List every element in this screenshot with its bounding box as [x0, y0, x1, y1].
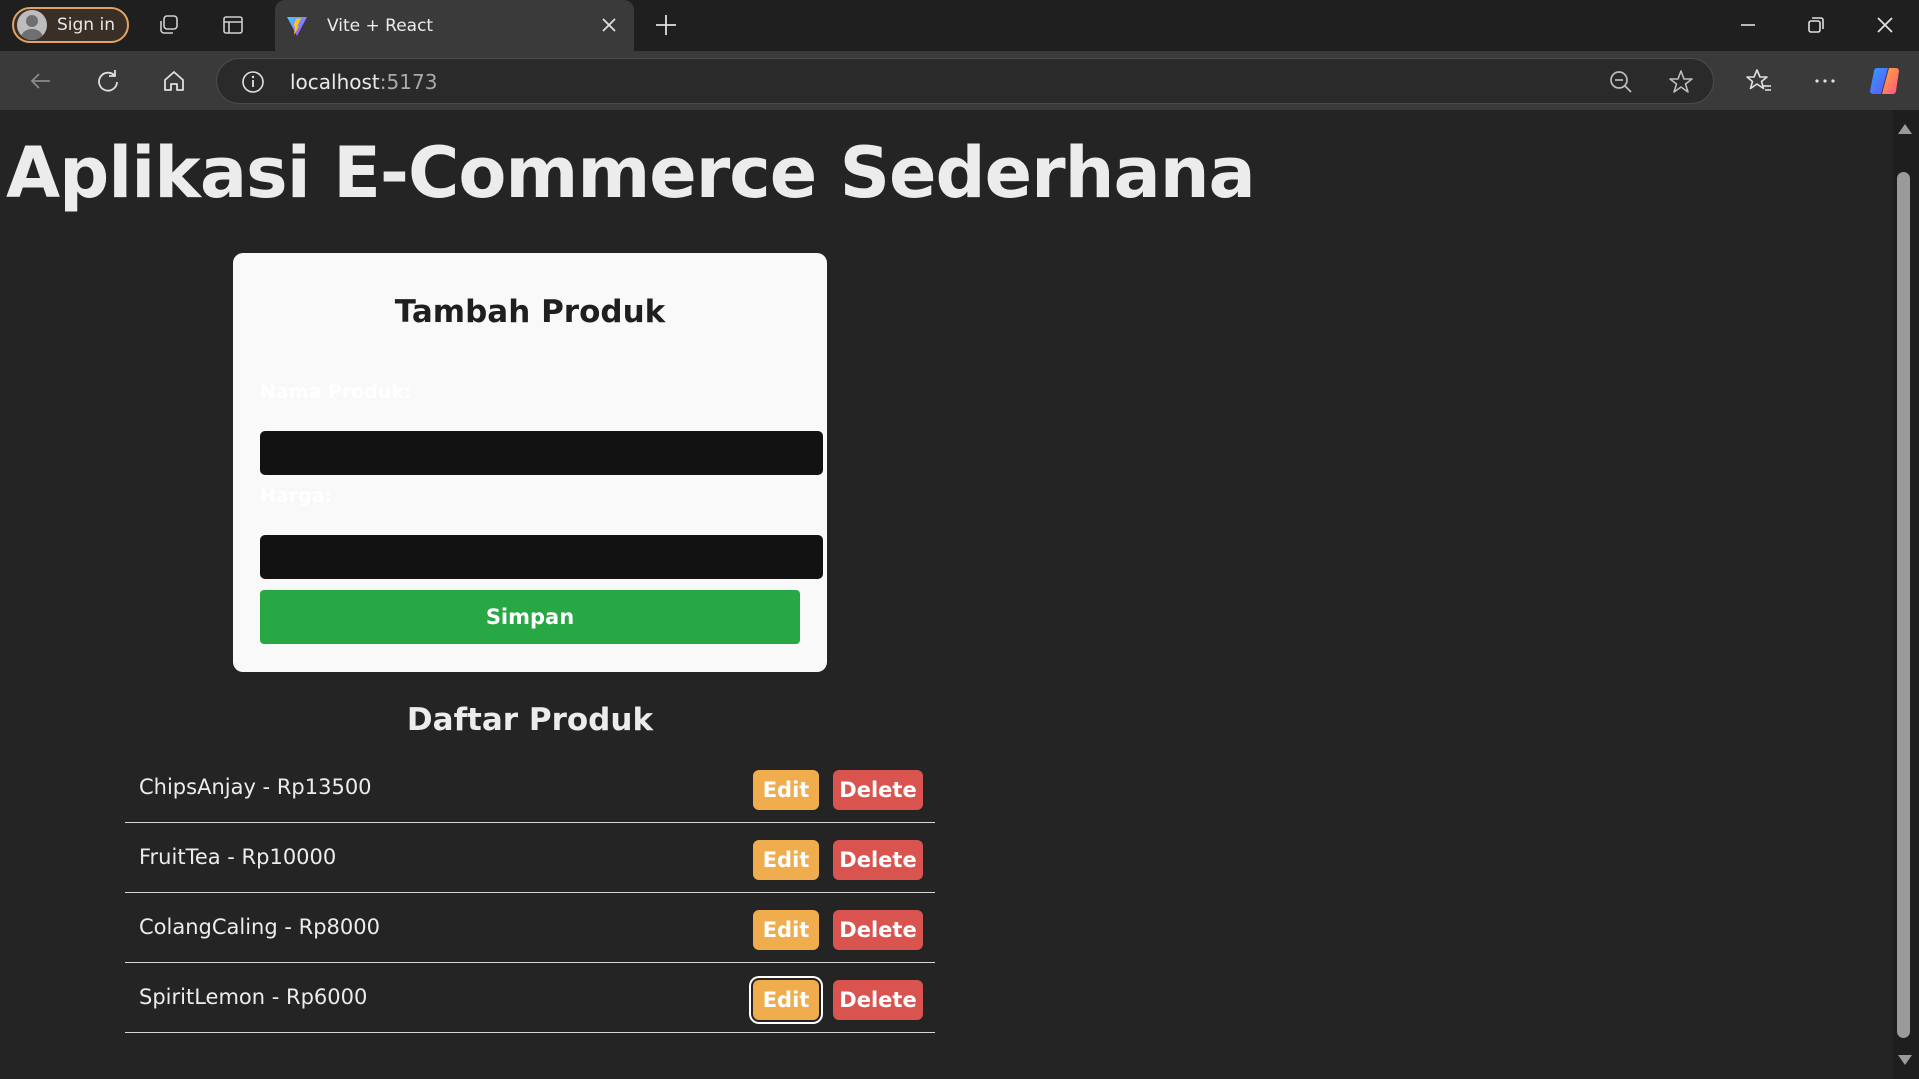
edit-button[interactable]: Edit [753, 910, 819, 950]
url-bar[interactable]: localhost:5173 [216, 58, 1714, 104]
browser-tab-active[interactable]: Vite + React [275, 0, 634, 51]
delete-button[interactable]: Delete [833, 840, 923, 880]
add-product-form: Tambah Produk Nama Produk: Harga: Simpan [233, 253, 827, 672]
delete-button[interactable]: Delete [833, 980, 923, 1020]
scrollbar-thumb[interactable] [1897, 172, 1910, 1038]
save-button[interactable]: Simpan [260, 590, 800, 644]
close-window-icon[interactable] [1872, 12, 1898, 38]
page-scrollbar[interactable] [1893, 110, 1919, 1079]
delete-button[interactable]: Delete [833, 910, 923, 950]
more-icon[interactable] [1811, 67, 1839, 95]
product-name-input[interactable] [260, 431, 823, 475]
product-text: ColangCaling - Rp8000 [139, 915, 380, 939]
tab-bar: Sign in Vite + React [0, 0, 1919, 51]
edit-button[interactable]: Edit [753, 980, 819, 1020]
form-heading: Tambah Produk [394, 294, 666, 330]
tab-title: Vite + React [327, 15, 434, 36]
tab-actions-icon[interactable] [221, 13, 245, 37]
list-item: ColangCaling - Rp8000 Edit Delete [125, 893, 935, 963]
url-port: :5173 [379, 70, 438, 94]
list-item: FruitTea - Rp10000 Edit Delete [125, 823, 935, 893]
back-icon[interactable] [27, 67, 55, 95]
product-list-heading: Daftar Produk [406, 702, 654, 738]
minimize-icon[interactable] [1735, 12, 1761, 38]
scroll-down-icon[interactable] [1898, 1055, 1912, 1065]
close-icon[interactable] [598, 14, 620, 36]
delete-button[interactable]: Delete [833, 770, 923, 810]
new-tab-icon[interactable] [653, 12, 679, 38]
product-name-label: Nama Produk: [260, 381, 412, 403]
product-text: SpiritLemon - Rp6000 [139, 985, 368, 1009]
list-item: ChipsAnjay - Rp13500 Edit Delete [125, 753, 935, 823]
home-icon[interactable] [160, 67, 188, 95]
copilot-icon[interactable] [1868, 64, 1902, 98]
vite-favicon [287, 16, 307, 36]
page-content: Aplikasi E-Commerce Sederhana Tambah Pro… [0, 110, 1893, 1077]
product-text: ChipsAnjay - Rp13500 [139, 775, 372, 799]
url-host: localhost [290, 70, 380, 94]
page-title: Aplikasi E-Commerce Sederhana [6, 132, 1256, 214]
favorite-star-icon[interactable] [1667, 68, 1695, 96]
address-bar: localhost:5173 [0, 51, 1919, 110]
refresh-icon[interactable] [94, 67, 122, 95]
profile-avatar-icon [17, 10, 47, 40]
list-item: SpiritLemon - Rp6000 Edit Delete [125, 963, 935, 1033]
restore-icon[interactable] [1803, 12, 1829, 38]
price-input[interactable] [260, 535, 823, 579]
scroll-up-icon[interactable] [1898, 124, 1912, 134]
product-list: ChipsAnjay - Rp13500 Edit Delete FruitTe… [125, 753, 935, 1033]
url-text: localhost:5173 [290, 70, 437, 94]
sign-in-button[interactable]: Sign in [12, 7, 129, 43]
product-text: FruitTea - Rp10000 [139, 845, 337, 869]
edit-button[interactable]: Edit [753, 770, 819, 810]
workspaces-icon[interactable] [157, 13, 181, 37]
edit-button[interactable]: Edit [753, 840, 819, 880]
favorites-icon[interactable] [1745, 67, 1773, 95]
site-info-icon[interactable] [241, 70, 265, 94]
zoom-out-icon[interactable] [1607, 68, 1635, 96]
price-label: Harga: [260, 485, 333, 507]
sign-in-label: Sign in [57, 15, 115, 35]
